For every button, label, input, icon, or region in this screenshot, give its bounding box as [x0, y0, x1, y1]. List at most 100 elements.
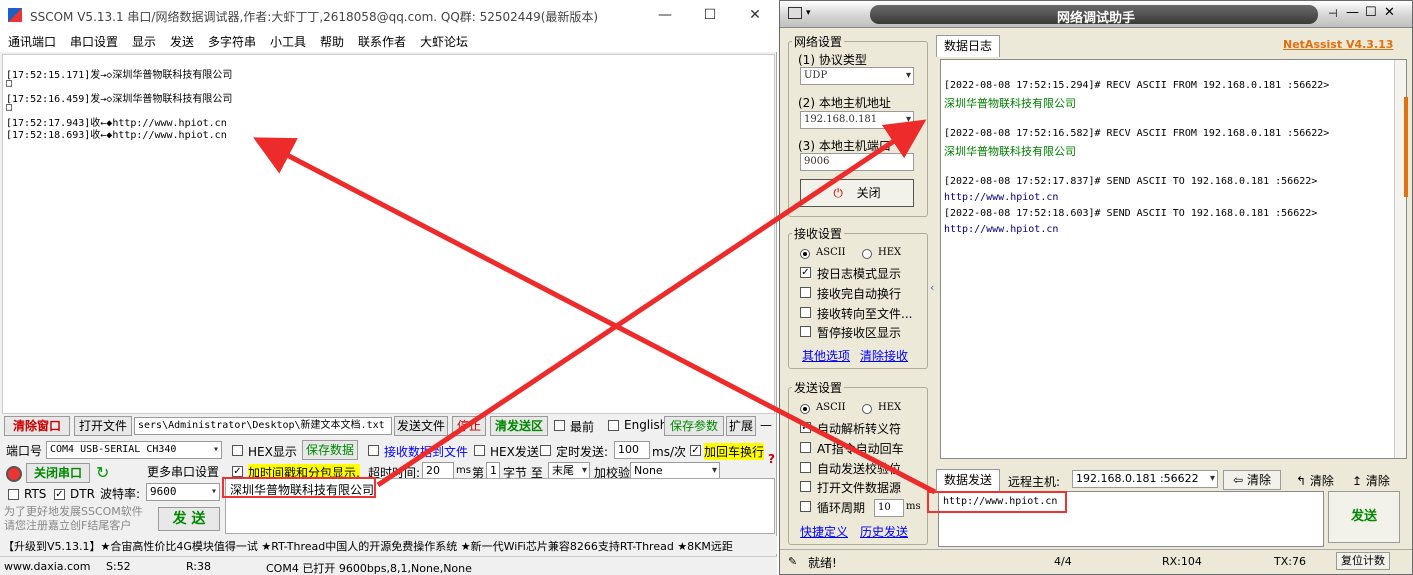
- tab-data-log[interactable]: 数据日志: [936, 35, 1000, 57]
- clear-counter-button[interactable]: ↥ 清除: [1352, 472, 1390, 489]
- auto-newline-checkbox[interactable]: [800, 287, 811, 298]
- save-data-button[interactable]: 保存数据: [302, 440, 358, 460]
- na-close-icon[interactable]: ✕: [1384, 5, 1395, 20]
- history-link[interactable]: 历史发送: [860, 523, 908, 540]
- hex-send-checkbox[interactable]: [474, 445, 485, 456]
- open-file-button[interactable]: 打开文件: [74, 416, 132, 436]
- file-path-input[interactable]: sers\Administrator\Desktop\新建文本文档.txt: [134, 417, 392, 435]
- protocol-label: (1) 协议类型: [798, 53, 867, 67]
- na-maximize-icon[interactable]: ☐: [1365, 5, 1377, 20]
- more-settings-link[interactable]: 更多串口设置: [147, 463, 219, 480]
- pause-checkbox[interactable]: [800, 326, 811, 337]
- na-send-button[interactable]: 发送: [1328, 491, 1400, 543]
- timeout-ms-label: ms: [456, 465, 471, 476]
- topmost-label: 最前: [570, 420, 595, 434]
- na-window-title: 网络调试助手: [1056, 11, 1135, 26]
- clear-window-button[interactable]: 清除窗口: [4, 416, 70, 436]
- open-file-checkbox[interactable]: [800, 481, 811, 492]
- reset-count-button[interactable]: 复位计数: [1336, 552, 1390, 570]
- log-line: 深圳华普物联科技有限公司: [944, 145, 1076, 158]
- minimize-icon[interactable]: —: [650, 4, 680, 26]
- clear-send-area-button[interactable]: ↰ 清除: [1296, 472, 1334, 489]
- host-select[interactable]: 192.168.0.181: [800, 111, 914, 129]
- menu-send[interactable]: 发送: [170, 33, 194, 50]
- send-hex-radio[interactable]: [862, 404, 872, 414]
- recv-to-file-checkbox[interactable]: [368, 445, 379, 456]
- tx-count: TX:76: [1274, 555, 1306, 568]
- menu-help[interactable]: 帮助: [320, 33, 344, 50]
- ticker-bar[interactable]: 【升级到V5.13.1】★合宙高性价比4G模块值得一试 ★RT-Thread中国…: [0, 536, 777, 554]
- ticker-text: 【升级到V5.13.1】★合宙高性价比4G模块值得一试 ★RT-Thread中国…: [3, 540, 733, 553]
- add-crlf-checkbox[interactable]: ✓: [690, 445, 701, 456]
- send-file-button[interactable]: 发送文件: [394, 416, 448, 436]
- auto-newline-label: 接收完自动换行: [817, 287, 902, 301]
- refresh-icon[interactable]: ↻: [96, 463, 109, 482]
- checksum-label: 自动发送校验位: [817, 462, 902, 476]
- menu-comm-port[interactable]: 通讯端口: [8, 33, 56, 50]
- english-checkbox[interactable]: [608, 420, 619, 431]
- menu-forum[interactable]: 大虾论坛: [420, 33, 468, 50]
- menu-tools[interactable]: 小工具: [270, 33, 306, 50]
- site-link[interactable]: www.daxia.com: [4, 560, 91, 573]
- receive-area[interactable]: [17:52:15.171]发→◇深圳华普物联科技有限公司 □ [17:52:1…: [2, 54, 775, 414]
- recv-ascii-radio[interactable]: [800, 249, 810, 259]
- more-options-link[interactable]: 其他选项: [802, 347, 850, 364]
- na-minimize-icon[interactable]: —: [1346, 5, 1359, 20]
- to-file-label: 接收转向至文件...: [817, 307, 913, 321]
- dtr-checkbox[interactable]: ✓: [54, 489, 65, 500]
- timestamp-checkbox[interactable]: ✓: [232, 466, 243, 477]
- log-mode-checkbox[interactable]: ✓: [800, 267, 811, 278]
- log-area[interactable]: [2022-08-08 17:52:15.294]# RECV ASCII FR…: [940, 59, 1407, 459]
- shortcut-link[interactable]: 快捷定义: [800, 523, 848, 540]
- timed-interval-input[interactable]: 100: [614, 441, 650, 459]
- clear-send-button[interactable]: 清发送区: [490, 416, 548, 436]
- clear-send-label: 清除: [1309, 474, 1334, 488]
- promo-text[interactable]: 为了更好地发展SSCOM软件 请您注册嘉立创F结尾客户: [4, 505, 143, 533]
- protocol-select[interactable]: UDP: [800, 67, 914, 85]
- at-newline-label: AT指令自动回车: [817, 442, 904, 456]
- collapse-button[interactable]: —: [760, 418, 772, 432]
- menu-bar: 通讯端口 串口设置 显示 发送 多字符串 小工具 帮助 联系作者 大虾论坛: [0, 30, 777, 52]
- topmost-checkbox[interactable]: [554, 420, 565, 431]
- menu-multi-string[interactable]: 多字符串: [208, 33, 256, 50]
- help-icon[interactable]: ?: [768, 452, 775, 466]
- menu-contact[interactable]: 联系作者: [358, 33, 406, 50]
- close-conn-button[interactable]: ⏻ 关闭: [800, 179, 914, 207]
- cycle-input[interactable]: 10: [874, 499, 904, 517]
- clear-remote-button[interactable]: ⇦ 清除: [1223, 470, 1281, 490]
- port-input[interactable]: 9006: [800, 153, 914, 171]
- menu-serial-settings[interactable]: 串口设置: [70, 33, 118, 50]
- log-line: http://www.hpiot.cn: [944, 224, 1059, 235]
- stop-button[interactable]: 停止: [452, 416, 486, 436]
- msg-count: 4/4: [1054, 555, 1072, 568]
- recv-line: □: [6, 102, 13, 113]
- hex-display-checkbox[interactable]: [232, 445, 243, 456]
- close-port-button[interactable]: 关闭串口: [26, 463, 90, 483]
- pin-icon[interactable]: ⊣: [1328, 7, 1338, 20]
- app-logo-icon: [8, 8, 22, 22]
- rts-checkbox[interactable]: [8, 489, 19, 500]
- cycle-checkbox[interactable]: [800, 501, 811, 512]
- at-newline-checkbox[interactable]: [800, 442, 811, 453]
- version-label[interactable]: NetAssist V4.3.13: [1283, 38, 1393, 51]
- close-icon[interactable]: ✕: [740, 4, 770, 26]
- clear-recv-link[interactable]: 清除接收: [860, 347, 908, 364]
- remote-host-select[interactable]: 192.168.0.181 :56622: [1072, 470, 1218, 488]
- sscom-send-button[interactable]: 发 送: [158, 507, 220, 531]
- maximize-icon[interactable]: ☐: [695, 4, 725, 26]
- port-select[interactable]: COM4 USB-SERIAL CH340: [46, 441, 222, 459]
- expand-button[interactable]: 扩展: [726, 416, 756, 436]
- save-params-button[interactable]: 保存参数: [664, 416, 724, 436]
- tab-data-send[interactable]: 数据发送: [936, 469, 1000, 491]
- collapse-panel-icon[interactable]: ‹: [930, 281, 936, 301]
- recv-to-file-label[interactable]: 接收数据到文件: [384, 443, 468, 460]
- send-ascii-radio[interactable]: [800, 404, 810, 414]
- baud-select[interactable]: 9600: [146, 483, 220, 501]
- timed-send-checkbox[interactable]: [540, 445, 551, 456]
- log-line: [2022-08-08 17:52:18.603]# SEND ASCII TO…: [944, 208, 1318, 219]
- menu-display[interactable]: 显示: [132, 33, 156, 50]
- escape-checkbox[interactable]: ✓: [800, 422, 811, 433]
- to-file-checkbox[interactable]: [800, 307, 811, 318]
- checksum-checkbox[interactable]: [800, 462, 811, 473]
- recv-hex-radio[interactable]: [862, 249, 872, 259]
